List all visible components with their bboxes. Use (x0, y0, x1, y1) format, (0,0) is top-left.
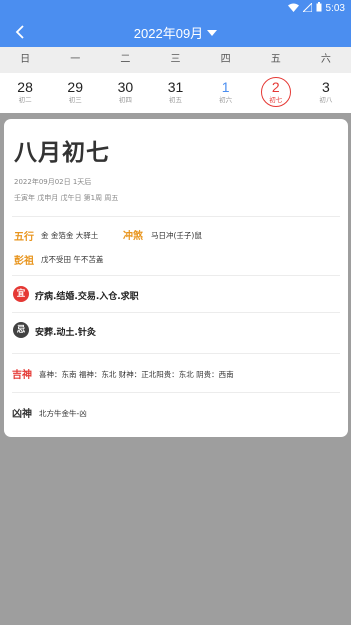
battery-icon (316, 2, 322, 15)
ji-value: 安葬.动土.针灸 (35, 328, 96, 338)
weekday-label: 三 (170, 54, 181, 65)
day-number: 3 (322, 79, 330, 95)
weekday-label: 六 (320, 54, 331, 65)
day-cell-today[interactable]: 1 初六 (201, 73, 251, 113)
divider (12, 392, 340, 393)
weekday-label: 一 (70, 54, 81, 65)
weekday-label: 二 (120, 54, 131, 65)
gregorian-date: 2022年09月02日 1天后 (14, 178, 92, 186)
status-bar: 5:03 (0, 0, 351, 17)
lunar-day: 初六 (219, 96, 233, 104)
wuxing-label: 五行 (14, 232, 34, 243)
pengzu-value: 戊不受田 午不苫盖 (41, 255, 104, 264)
yi-badge: 宜 (13, 286, 29, 302)
lunar-day: 初八 (319, 96, 333, 104)
month-title: 2022年09月 (133, 26, 204, 41)
selection-ring (260, 77, 291, 107)
divider (12, 275, 340, 276)
wuxing-value: 金 金箔金 大驿土 (41, 231, 99, 240)
lunar-date-title: 八月初七 (14, 140, 110, 166)
lunar-day: 初四 (118, 96, 132, 104)
month-selector[interactable]: 2022年09月 (0, 23, 351, 42)
lunar-day: 初三 (68, 96, 82, 104)
wifi-icon (287, 3, 299, 15)
day-number: 29 (67, 79, 83, 95)
xiongshen-value: 北方牛金牛-凶 (39, 409, 87, 418)
jishen-value: 喜神：东南 福神：东北 财神：正北阳贵：东北 阴贵：西南 (39, 370, 234, 379)
day-cell[interactable]: 28 初二 (0, 73, 50, 113)
lunar-day: 初五 (168, 96, 182, 104)
weekday-label: 四 (220, 54, 231, 65)
status-time: 5:03 (325, 3, 345, 14)
ganzhi-info: 壬寅年 戊申月 戊午日 第1周 周五 (14, 194, 119, 202)
chongsha-label: 冲煞 (123, 231, 143, 242)
xiongshen-label: 凶神 (12, 409, 32, 420)
day-number: 30 (117, 79, 134, 95)
week-row: 28 初二 29 初三 30 初四 31 初五 1 初六 2 初七 3 初八 (0, 73, 351, 113)
day-detail-card: 八月初七 2022年09月02日 1天后 壬寅年 戊申月 戊午日 第1周 周五 … (4, 119, 348, 437)
weekday-label: 日 (20, 54, 31, 65)
ji-badge: 忌 (13, 322, 29, 338)
divider (12, 216, 340, 217)
day-number: 31 (167, 79, 184, 95)
day-cell-selected[interactable]: 2 初七 (251, 73, 301, 113)
day-cell[interactable]: 30 初四 (100, 73, 150, 113)
day-cell[interactable]: 29 初三 (50, 73, 100, 113)
chongsha-value: 马日冲(壬子)鼠 (151, 231, 202, 240)
signal-icon (301, 1, 313, 15)
weekday-label: 五 (270, 54, 281, 65)
weekday-header: 日 一 二 三 四 五 六 (0, 47, 351, 73)
app-bar: 2022年09月 (0, 17, 351, 47)
lunar-day: 初二 (18, 96, 32, 104)
day-cell[interactable]: 3 初八 (301, 73, 351, 113)
divider (12, 312, 340, 313)
day-cell[interactable]: 31 初五 (150, 73, 200, 113)
jishen-label: 吉神 (12, 370, 32, 381)
pengzu-label: 彭祖 (14, 256, 34, 267)
divider (12, 353, 340, 354)
dropdown-caret-icon (207, 30, 218, 36)
yi-value: 疗病.结婚.交易.入仓.求职 (35, 292, 139, 302)
day-number: 28 (17, 79, 33, 95)
day-number: 1 (221, 79, 230, 95)
